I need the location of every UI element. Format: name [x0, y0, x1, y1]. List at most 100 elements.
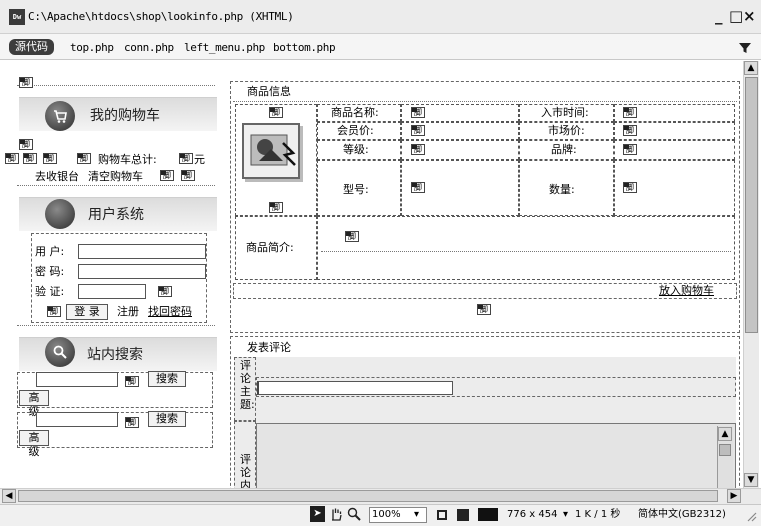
minimize-button[interactable]: _	[715, 8, 723, 24]
broken-image-icon	[250, 134, 296, 166]
image-placeholder-icon: 脚	[19, 139, 33, 150]
resize-grip-icon[interactable]	[745, 510, 757, 522]
image-placeholder-icon: 脚	[43, 153, 57, 164]
maximize-button[interactable]: □	[729, 8, 743, 24]
zoom-dropdown-icon[interactable]: ▾	[414, 508, 419, 522]
window-title: C:\Apache\htdocs\shop\lookinfo.php (XHTM…	[28, 10, 294, 23]
image-placeholder-icon: 脚	[411, 182, 425, 193]
window-size-small-icon[interactable]	[437, 510, 447, 520]
listing-date-label: 入市时间:	[541, 106, 589, 119]
quantity-label: 数量:	[549, 183, 575, 196]
username-field[interactable]	[78, 244, 206, 259]
product-info-rule	[233, 101, 737, 102]
related-file-bottom[interactable]: bottom.php	[273, 42, 336, 54]
verify-code-label: 验 证:	[35, 285, 65, 298]
image-placeholder-icon: 脚	[47, 306, 61, 317]
add-to-cart-link[interactable]: 放入购物车	[659, 285, 714, 297]
source-code-button[interactable]: 源代码	[9, 39, 54, 55]
image-placeholder-icon: 脚	[345, 231, 359, 242]
window-size-large-icon[interactable]	[478, 508, 498, 521]
comment-content-textarea[interactable]	[256, 423, 736, 488]
login-button[interactable]: 登 录	[66, 304, 108, 320]
filter-icon[interactable]	[738, 41, 752, 55]
scroll-right-icon[interactable]: ▶	[727, 489, 741, 503]
related-files-bar	[0, 34, 761, 60]
window-size-medium-icon[interactable]	[457, 509, 469, 521]
related-file-left-menu[interactable]: left_menu.php	[184, 42, 265, 54]
hand-tool-icon[interactable]	[329, 507, 343, 521]
image-placeholder-icon: 脚	[623, 107, 637, 118]
image-placeholder-icon: 脚	[623, 125, 637, 136]
dimensions-dropdown-icon[interactable]: ▾	[563, 508, 568, 522]
image-placeholder-icon: 脚	[181, 170, 195, 181]
search-keyword-input[interactable]	[36, 372, 118, 387]
image-placeholder-icon: 脚	[77, 153, 91, 164]
search-keyword-input[interactable]	[36, 412, 118, 427]
image-placeholder-icon: 脚	[623, 182, 637, 193]
comment-subject-input[interactable]	[257, 381, 453, 395]
site-search-title: 站内搜索	[87, 347, 143, 363]
image-placeholder-icon: 脚	[23, 153, 37, 164]
username-label: 用 户:	[35, 245, 65, 258]
advanced-search-button[interactable]: 高级	[19, 390, 49, 418]
encoding-label: 简体中文(GB2312)	[638, 509, 726, 520]
market-price-label: 市场价:	[548, 124, 585, 137]
horizontal-scroll-thumb[interactable]	[18, 490, 718, 502]
left-top-rule	[17, 85, 215, 86]
vertical-scroll-thumb[interactable]	[745, 77, 758, 333]
checkout-link[interactable]: 去收银台	[35, 171, 79, 183]
textarea-scroll-thumb[interactable]	[719, 444, 731, 456]
file-size-download-time: 1 K / 1 秒	[575, 509, 621, 520]
recover-password-link[interactable]: 找回密码	[148, 306, 192, 318]
image-placeholder-icon: 脚	[19, 77, 33, 88]
window-dimensions[interactable]: 776 x 454	[507, 508, 557, 522]
scroll-down-icon[interactable]: ▼	[744, 473, 758, 487]
captcha-image-placeholder: 脚	[158, 286, 172, 297]
magnifier-glyph-icon	[53, 345, 67, 359]
image-placeholder-icon: 脚	[411, 107, 425, 118]
cart-title: 我的购物车	[90, 108, 160, 124]
image-placeholder-icon: 脚	[411, 125, 425, 136]
product-info-title: 商品信息	[247, 85, 291, 98]
search-button[interactable]: 搜索	[148, 411, 186, 427]
user-system-icon	[45, 199, 75, 229]
scroll-up-icon[interactable]: ▲	[744, 61, 758, 75]
comment-section-title: 发表评论	[247, 341, 291, 354]
user-bottom-rule	[17, 325, 215, 326]
search-button[interactable]: 搜索	[148, 371, 186, 387]
advanced-search-button[interactable]: 高级	[19, 430, 49, 458]
comment-content-label: 评论内	[240, 453, 251, 488]
image-placeholder-icon: 脚	[623, 144, 637, 155]
cart-glyph-icon	[54, 110, 67, 123]
textarea-scroll-up-icon[interactable]: ▲	[718, 427, 732, 441]
zoom-tool-icon[interactable]	[347, 507, 361, 521]
cell	[321, 251, 731, 252]
product-name-label: 商品名称:	[331, 106, 379, 119]
image-placeholder-icon: 脚	[411, 144, 425, 155]
cart-total-label: 购物车总计:	[98, 153, 157, 166]
related-file-top[interactable]: top.php	[70, 42, 114, 54]
clear-cart-link[interactable]: 清空购物车	[88, 171, 143, 183]
pointer-tool-icon[interactable]: ➤	[310, 506, 325, 522]
password-field[interactable]	[78, 264, 206, 279]
image-placeholder-icon: 脚	[5, 153, 19, 164]
comment-subject-label: 评论主题:	[240, 359, 255, 411]
grade-label: 等级:	[343, 143, 369, 156]
cart-total-unit: 元	[194, 153, 205, 166]
scroll-left-icon[interactable]: ◀	[2, 489, 16, 503]
image-placeholder-icon: 脚	[269, 202, 283, 213]
password-label: 密 码:	[35, 265, 65, 278]
verify-code-field[interactable]	[78, 284, 146, 299]
close-button[interactable]: ×	[743, 8, 756, 24]
image-placeholder-icon: 脚	[125, 417, 139, 428]
user-system-title: 用户系统	[88, 207, 144, 223]
brand-label: 品牌:	[551, 143, 577, 156]
register-link[interactable]: 注册	[117, 306, 139, 318]
image-placeholder-icon: 脚	[179, 153, 193, 164]
design-view-canvas[interactable]: 脚 我的购物车 脚 脚 脚 脚 脚 购物车总计: 脚 元 去收银台 清空购物车 …	[3, 61, 743, 488]
related-file-conn[interactable]: conn.php	[124, 42, 174, 54]
member-price-label: 会员价:	[337, 124, 374, 137]
image-placeholder-icon: 脚	[125, 376, 139, 387]
model-label: 型号:	[343, 183, 369, 196]
zoom-level-value: 100%	[372, 509, 401, 520]
